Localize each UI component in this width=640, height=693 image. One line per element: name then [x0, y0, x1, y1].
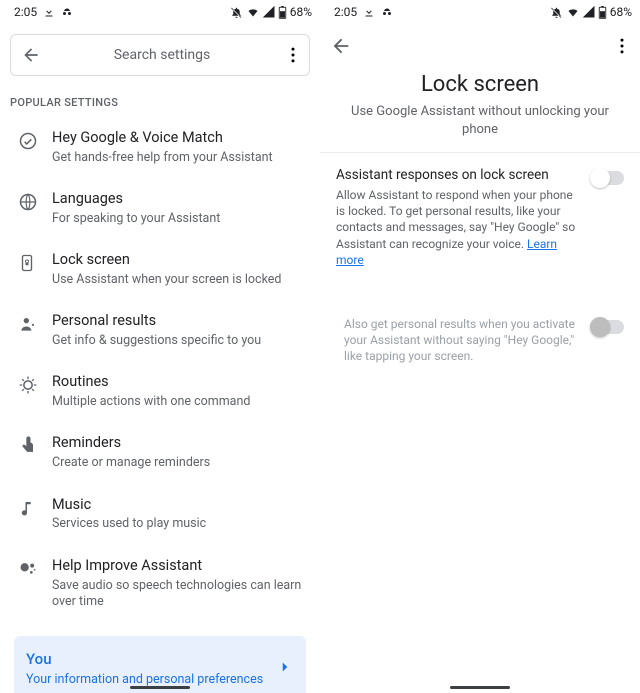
person-icon	[18, 314, 38, 338]
row-personal-results[interactable]: Personal results Get info & suggestions s…	[0, 300, 320, 361]
row-sub: Multiple actions with one command	[52, 394, 302, 410]
row-title: Languages	[52, 190, 302, 209]
page-subtitle: Use Google Assistant without unlocking y…	[320, 103, 640, 152]
row-title: Help Improve Assistant	[52, 557, 302, 576]
setting-desc: Also get personal results when you activ…	[344, 316, 582, 365]
incognito-icon	[61, 6, 73, 18]
row-routines[interactable]: Routines Multiple actions with one comman…	[0, 361, 320, 422]
bell-off-icon	[550, 6, 563, 19]
setting-personal-results: Also get personal results when you activ…	[320, 302, 640, 365]
row-title: Music	[52, 496, 302, 515]
music-icon	[18, 498, 36, 522]
row-sub: Get info & suggestions specific to you	[52, 333, 302, 349]
row-languages[interactable]: Languages For speaking to your Assistant	[0, 178, 320, 239]
wifi-icon	[566, 6, 580, 18]
wifi-icon	[246, 6, 260, 18]
phone-lock-icon	[18, 253, 36, 277]
section-header: POPULAR SETTINGS	[0, 76, 320, 117]
routines-icon	[18, 375, 38, 399]
home-indicator	[450, 686, 510, 689]
search-placeholder: Search settings	[41, 47, 283, 63]
you-card[interactable]: You Your information and personal prefer…	[14, 636, 306, 693]
you-title: You	[26, 650, 276, 668]
download-icon	[363, 6, 375, 18]
page-title: Lock screen	[320, 64, 640, 103]
finger-icon	[18, 436, 38, 460]
top-bar	[320, 32, 640, 64]
voice-icon	[18, 131, 38, 155]
incognito-icon	[381, 6, 393, 18]
row-help-improve[interactable]: Help Improve Assistant Save audio so spee…	[0, 545, 320, 622]
more-icon[interactable]	[283, 45, 303, 65]
assistant-icon	[18, 559, 38, 583]
row-sub: Services used to play music	[52, 516, 302, 532]
download-icon	[43, 6, 55, 18]
back-icon[interactable]	[330, 35, 352, 61]
row-music[interactable]: MusicServices used to play music	[0, 484, 320, 545]
setting-header: Assistant responses on lock screen	[336, 167, 582, 183]
row-title: Personal results	[52, 312, 302, 331]
row-title: Hey Google & Voice Match	[52, 129, 302, 148]
row-sub: Create or manage reminders	[52, 455, 302, 471]
toggle-personal-results[interactable]	[592, 320, 624, 334]
signal-icon	[583, 6, 595, 18]
status-bar: 2:05 68%	[0, 0, 320, 24]
settings-screen: 2:05 68% Search settings POPULAR SETTING…	[0, 0, 320, 693]
home-indicator	[130, 686, 190, 689]
signal-icon	[263, 6, 275, 18]
row-title: Lock screen	[52, 251, 302, 270]
row-sub: Get hands-free help from your Assistant	[52, 150, 302, 166]
clock: 2:05	[334, 5, 357, 19]
globe-icon	[18, 192, 38, 216]
battery-pct: 68%	[610, 5, 632, 19]
clock: 2:05	[14, 5, 37, 19]
lock-screen-settings: 2:05 68% Lock screen Use Google Assistan…	[320, 0, 640, 693]
row-title: Routines	[52, 373, 302, 392]
setting-lock-responses: Assistant responses on lock screen Allow…	[320, 153, 640, 268]
battery-icon	[598, 6, 607, 19]
setting-desc: Allow Assistant to respond when your pho…	[336, 187, 582, 268]
back-icon[interactable]	[21, 45, 41, 65]
row-title: Reminders	[52, 434, 302, 453]
row-sub: For speaking to your Assistant	[52, 211, 302, 227]
row-sub: Use Assistant when your screen is locked	[52, 272, 302, 288]
search-bar[interactable]: Search settings	[10, 34, 310, 76]
status-bar: 2:05 68%	[320, 0, 640, 24]
row-sub: Save audio so speech technologies can le…	[52, 578, 302, 611]
battery-pct: 68%	[290, 5, 312, 19]
bell-off-icon	[230, 6, 243, 19]
chevron-right-icon	[276, 658, 294, 680]
row-lock-screen[interactable]: Lock screen Use Assistant when your scree…	[0, 239, 320, 300]
you-sub: Your information and personal preference…	[26, 672, 276, 687]
toggle-lock-responses[interactable]	[592, 171, 624, 185]
battery-icon	[278, 6, 287, 19]
more-icon[interactable]	[612, 36, 632, 60]
row-hey-google[interactable]: Hey Google & Voice Match Get hands-free h…	[0, 117, 320, 178]
row-reminders[interactable]: Reminders Create or manage reminders	[0, 422, 320, 483]
